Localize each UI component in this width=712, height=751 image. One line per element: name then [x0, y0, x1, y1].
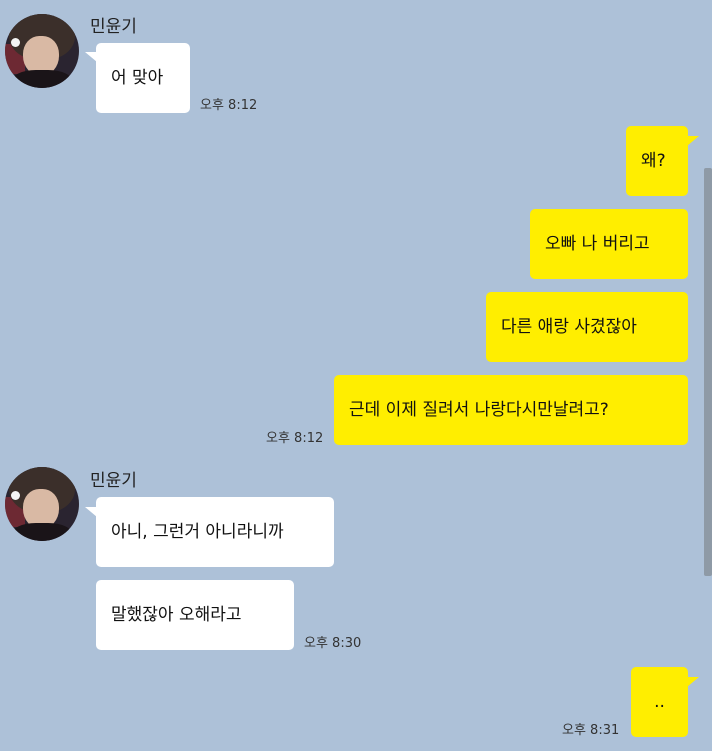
- sender-name: 민윤기: [90, 17, 137, 37]
- avatar[interactable]: [5, 467, 79, 541]
- message-bubble[interactable]: 다른 애랑 사겼잖아: [486, 292, 688, 362]
- message-bubble[interactable]: 오빠 나 버리고: [530, 209, 688, 279]
- message-bubble[interactable]: 말했잖아 오해라고: [96, 580, 294, 650]
- message-time: 오후 8:12: [200, 98, 258, 113]
- scrollbar[interactable]: [704, 168, 712, 576]
- message-bubble[interactable]: ..: [631, 667, 688, 737]
- message-bubble[interactable]: 아니, 그런거 아니라니까: [96, 497, 334, 567]
- message-time: 오후 8:31: [562, 723, 620, 738]
- message-bubble[interactable]: 왜?: [626, 126, 688, 196]
- message-time: 오후 8:12: [266, 431, 324, 446]
- bubble-tail: [687, 136, 699, 146]
- message-time: 오후 8:30: [304, 636, 362, 651]
- sender-name: 민윤기: [90, 471, 137, 491]
- message-bubble[interactable]: 어 맞아: [96, 43, 190, 113]
- bubble-tail: [687, 677, 699, 687]
- message-bubble[interactable]: 근데 이제 질려서 나랑다시만날려고?: [334, 375, 688, 445]
- avatar[interactable]: [5, 14, 79, 88]
